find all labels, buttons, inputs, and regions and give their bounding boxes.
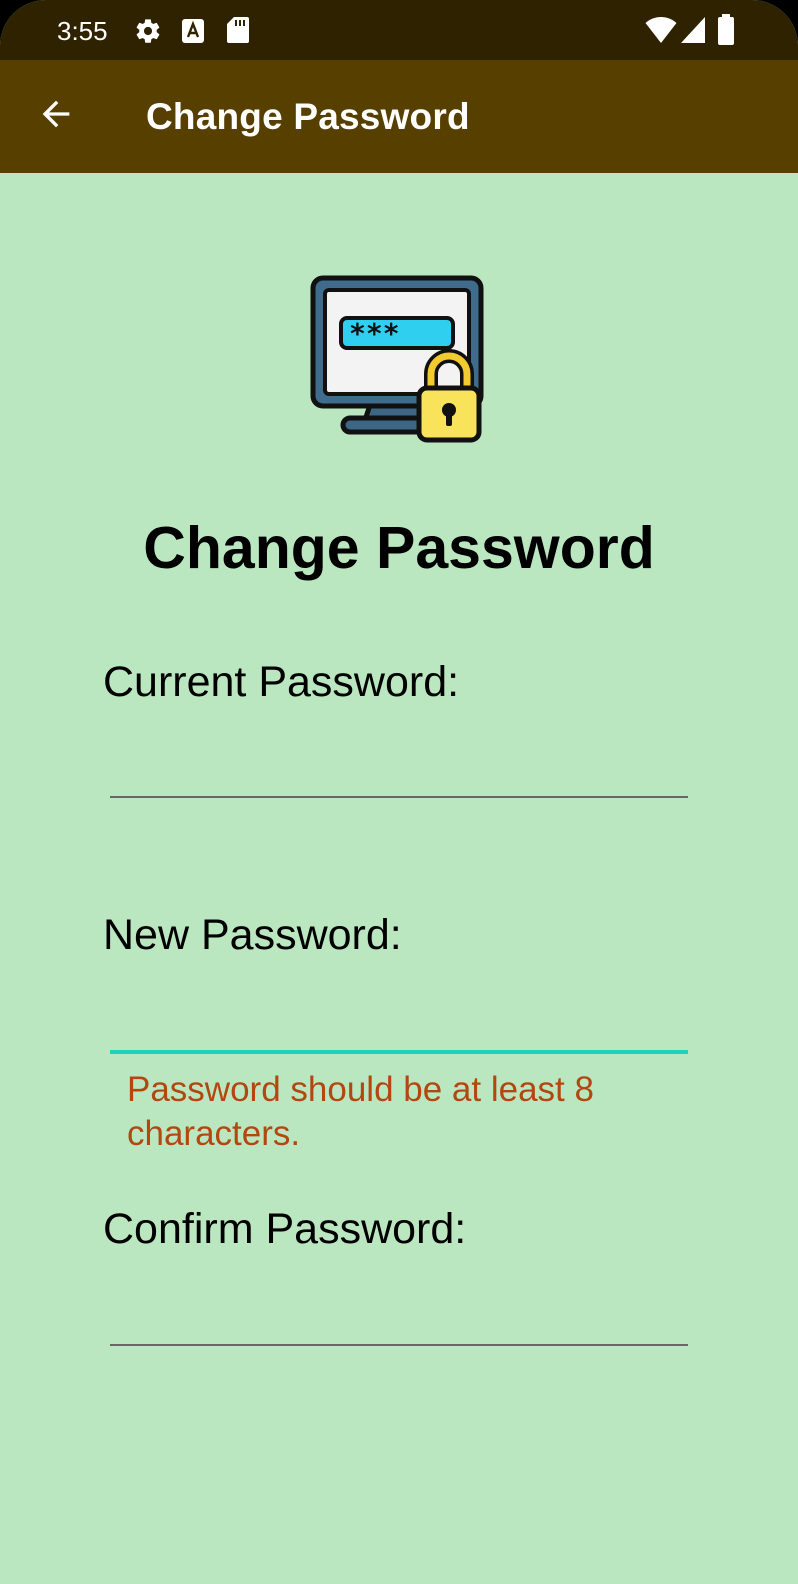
wifi-icon bbox=[645, 17, 677, 43]
back-button[interactable] bbox=[26, 84, 86, 144]
status-time: 3:55 bbox=[57, 16, 108, 46]
page-heading: Change Password bbox=[143, 515, 655, 581]
text-a-icon bbox=[182, 19, 204, 43]
battery-icon bbox=[718, 14, 734, 45]
current-password-label: Current Password: bbox=[103, 658, 460, 706]
new-password-error: Password should be at least 8 characters… bbox=[127, 1070, 594, 1153]
confirm-password-label: Confirm Password: bbox=[103, 1205, 467, 1253]
signal-icon bbox=[681, 17, 705, 43]
screen: 3:55 Change Password ***_ Change Passwor… bbox=[0, 0, 798, 1584]
current-password-input[interactable] bbox=[110, 742, 688, 798]
new-password-input[interactable] bbox=[110, 998, 688, 1054]
settings-icon bbox=[136, 19, 160, 43]
app-bar-title: Change Password bbox=[146, 96, 470, 137]
password-monitor-lock-icon: ***_ bbox=[310, 275, 484, 443]
status-bar: 3:55 bbox=[0, 0, 798, 60]
app-bar: Change Password bbox=[0, 60, 798, 173]
arrow-left-icon bbox=[42, 100, 70, 128]
sd-card-icon bbox=[227, 17, 249, 43]
masked-password-text: ***_ bbox=[349, 317, 417, 350]
confirm-password-input[interactable] bbox=[110, 1290, 688, 1346]
new-password-label: New Password: bbox=[103, 911, 402, 959]
